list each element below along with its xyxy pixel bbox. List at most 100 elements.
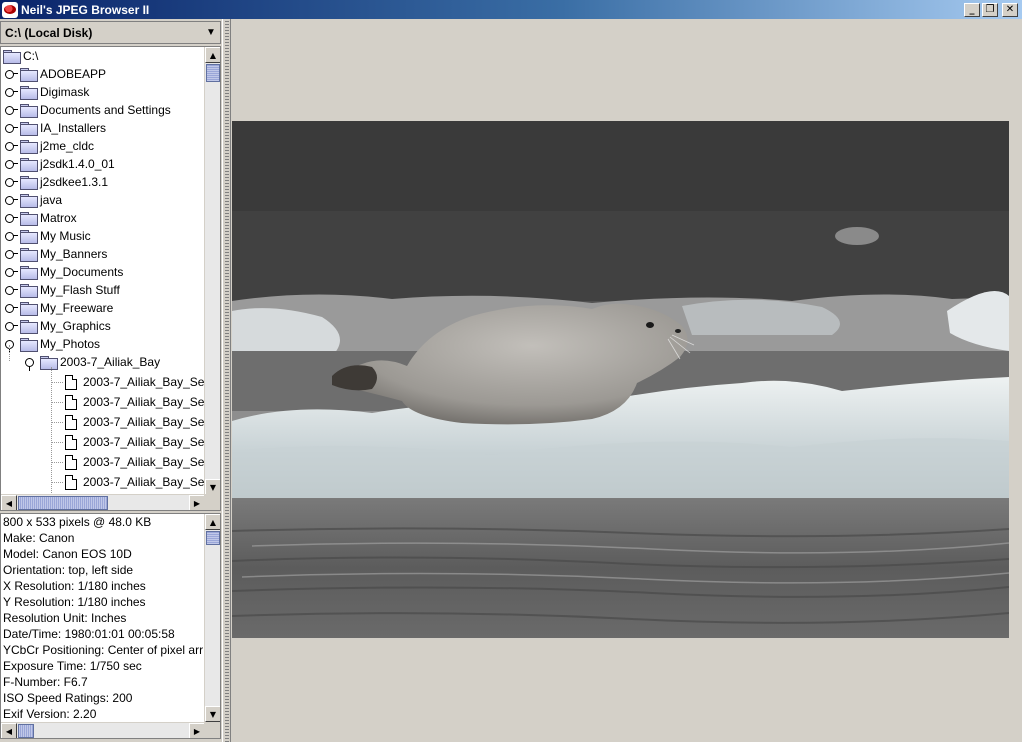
expand-toggle-icon[interactable] bbox=[5, 231, 18, 241]
scroll-thumb[interactable] bbox=[18, 724, 34, 738]
expand-toggle-icon[interactable] bbox=[5, 123, 18, 133]
image-viewer bbox=[232, 19, 1022, 742]
scroll-thumb[interactable] bbox=[206, 531, 220, 545]
scroll-right-button[interactable]: ▶ bbox=[189, 723, 205, 738]
tree-subfolder-item[interactable]: 2003-7_Ailiak_Bay bbox=[25, 353, 160, 371]
exif-info-line: YCbCr Positioning: Center of pixel arr bbox=[3, 643, 203, 657]
tree-folder-item[interactable]: java bbox=[5, 191, 62, 209]
tree-file-item[interactable]: 2003-7_Ailiak_Bay_Se bbox=[65, 472, 204, 492]
tree-file-item[interactable]: 2003-7_Ailiak_Bay_Se bbox=[65, 432, 204, 452]
drive-selector[interactable]: C:\ (Local Disk) ▼ bbox=[0, 21, 221, 44]
tree-folder-item[interactable]: My Music bbox=[5, 227, 91, 245]
expand-toggle-icon[interactable] bbox=[5, 285, 18, 295]
tree-folder-item[interactable]: My_Flash Stuff bbox=[5, 281, 120, 299]
tree-file-label: 2003-7_Ailiak_Bay_Se bbox=[83, 395, 205, 409]
folder-icon bbox=[40, 356, 58, 370]
expand-toggle-icon[interactable] bbox=[5, 213, 18, 223]
minimize-button[interactable]: _ bbox=[964, 2, 980, 17]
tree-folder-item[interactable]: My_Photos bbox=[5, 335, 100, 353]
tree-subfolder-label: 2003-7_Ailiak_Bay bbox=[60, 355, 161, 369]
tree-root[interactable]: C:\ bbox=[3, 47, 38, 65]
splitter-grip[interactable] bbox=[225, 19, 229, 742]
tree-guide-line bbox=[51, 402, 63, 403]
expand-toggle-icon[interactable] bbox=[5, 267, 18, 277]
tree-folder-item[interactable]: Documents and Settings bbox=[5, 101, 171, 119]
collapse-toggle-icon[interactable] bbox=[5, 339, 18, 353]
left-pane: C:\ (Local Disk) ▼ C:\ ADOBEAPP Digimask D… bbox=[0, 19, 222, 742]
folder-icon bbox=[20, 122, 38, 136]
expand-toggle-icon[interactable] bbox=[5, 303, 18, 313]
tree-folder-item[interactable]: My_Banners bbox=[5, 245, 107, 263]
tree-folder-label: j2me_cldc bbox=[40, 139, 95, 153]
scroll-down-button[interactable]: ▼ bbox=[205, 479, 220, 495]
scroll-up-button[interactable]: ▲ bbox=[205, 514, 220, 530]
window-title: Neil's JPEG Browser II bbox=[21, 2, 150, 17]
expand-toggle-icon[interactable] bbox=[5, 177, 18, 187]
tree-folder-label: My_Photos bbox=[40, 337, 101, 351]
tree-folder-label: My_Freeware bbox=[40, 301, 114, 315]
tree-folder-item[interactable]: ADOBEAPP bbox=[5, 65, 106, 83]
scroll-left-button[interactable]: ◀ bbox=[1, 723, 17, 738]
tree-guide-line bbox=[51, 442, 63, 443]
exif-info-line: F-Number: F6.7 bbox=[3, 675, 88, 689]
drive-selector-value: C:\ (Local Disk) bbox=[5, 25, 93, 40]
expand-toggle-icon[interactable] bbox=[5, 321, 18, 331]
tree-folder-label: Digimask bbox=[40, 85, 90, 99]
tree-guide-line bbox=[9, 345, 10, 361]
scroll-left-button[interactable]: ◀ bbox=[1, 495, 17, 510]
scroll-right-button[interactable]: ▶ bbox=[189, 495, 205, 510]
maximize-button[interactable]: ❐ bbox=[982, 2, 998, 17]
folder-icon bbox=[20, 194, 38, 208]
expand-toggle-icon[interactable] bbox=[5, 105, 18, 115]
tree-vertical-scrollbar[interactable]: ▲ ▼ bbox=[204, 47, 220, 495]
folder-tree-panel: C:\ ADOBEAPP Digimask Documents and Settin… bbox=[0, 46, 221, 511]
tree-folder-item[interactable]: IA_Installers bbox=[5, 119, 106, 137]
scroll-down-button[interactable]: ▼ bbox=[205, 706, 220, 722]
tree-folder-item[interactable]: My_Documents bbox=[5, 263, 123, 281]
folder-icon bbox=[20, 140, 38, 154]
folder-icon bbox=[20, 68, 38, 82]
chevron-down-icon[interactable]: ▼ bbox=[202, 27, 220, 38]
scroll-thumb[interactable] bbox=[18, 496, 108, 510]
exif-info-line: X Resolution: 1/180 inches bbox=[3, 579, 146, 593]
tree-folder-item[interactable]: My_Freeware bbox=[5, 299, 113, 317]
collapse-toggle-icon[interactable] bbox=[25, 357, 38, 371]
folder-icon bbox=[3, 50, 21, 64]
expand-toggle-icon[interactable] bbox=[5, 195, 18, 205]
close-button[interactable]: ✕ bbox=[1002, 2, 1018, 17]
tree-file-item[interactable]: 2003-7_Ailiak_Bay_Se bbox=[65, 452, 204, 472]
tree-folder-item[interactable]: Matrox bbox=[5, 209, 77, 227]
tree-folder-label: ADOBEAPP bbox=[40, 67, 107, 81]
tree-file-item[interactable]: 2003-7_Ailiak_Bay_Se bbox=[65, 412, 204, 432]
expand-toggle-icon[interactable] bbox=[5, 249, 18, 259]
folder-icon bbox=[20, 176, 38, 190]
expand-toggle-icon[interactable] bbox=[5, 87, 18, 97]
tree-horizontal-scrollbar[interactable]: ◀ ▶ bbox=[1, 494, 205, 510]
folder-icon bbox=[20, 320, 38, 334]
tree-file-item[interactable]: 2003-7_Ailiak_Bay_Se bbox=[65, 372, 204, 392]
tree-folder-item[interactable]: j2sdk1.4.0_01 bbox=[5, 155, 115, 173]
folder-icon bbox=[20, 158, 38, 172]
tree-file-label: 2003-7_Ailiak_Bay_Se bbox=[83, 375, 205, 389]
tree-folder-item[interactable]: My_Graphics bbox=[5, 317, 111, 335]
tree-folder-item[interactable]: j2me_cldc bbox=[5, 137, 94, 155]
tree-folder-item[interactable]: Digimask bbox=[5, 83, 89, 101]
expand-toggle-icon[interactable] bbox=[5, 141, 18, 151]
tree-file-item[interactable]: 2003-7_Ailiak_Bay_Se bbox=[65, 392, 204, 412]
tree-folder-item[interactable]: j2sdkee1.3.1 bbox=[5, 173, 108, 191]
scroll-up-button[interactable]: ▲ bbox=[205, 47, 220, 63]
folder-icon bbox=[20, 338, 38, 352]
scroll-thumb[interactable] bbox=[206, 64, 220, 82]
expand-toggle-icon[interactable] bbox=[5, 69, 18, 79]
info-vertical-scrollbar[interactable]: ▲ ▼ bbox=[204, 514, 220, 722]
tree-folder-label: j2sdk1.4.0_01 bbox=[40, 157, 115, 171]
tree-folder-label: java bbox=[40, 193, 63, 207]
folder-icon bbox=[20, 284, 38, 298]
pane-splitter[interactable] bbox=[222, 19, 231, 742]
tree-folder-label: My_Graphics bbox=[40, 319, 111, 333]
info-horizontal-scrollbar[interactable]: ◀ ▶ bbox=[1, 722, 205, 738]
expand-toggle-icon[interactable] bbox=[5, 159, 18, 169]
folder-icon bbox=[20, 212, 38, 226]
file-icon bbox=[65, 374, 77, 390]
folder-icon bbox=[20, 230, 38, 244]
